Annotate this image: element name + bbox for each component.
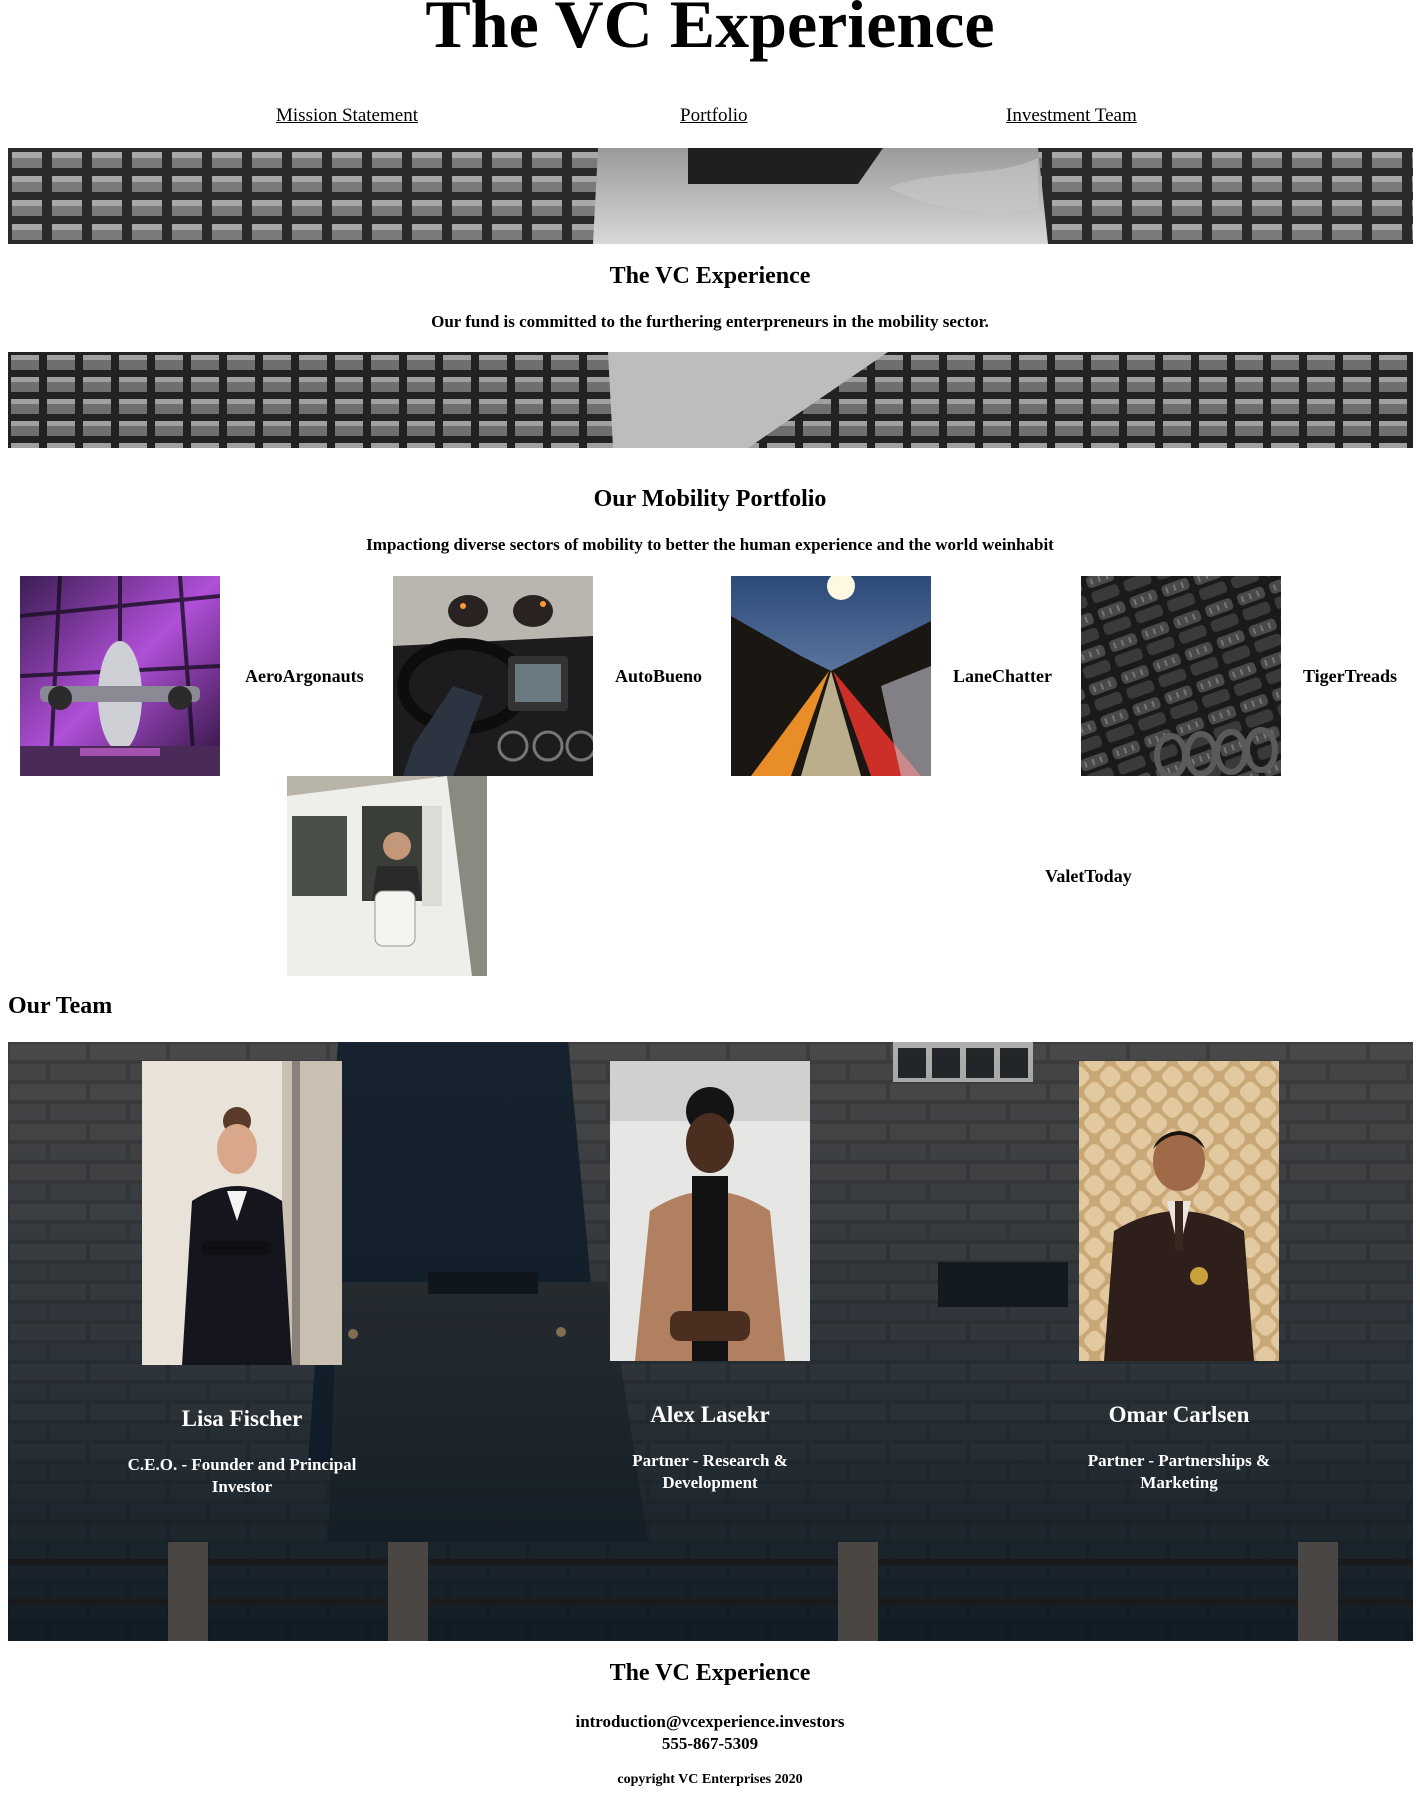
role-line-2: Investor	[211, 1477, 273, 1496]
footer-title: The VC Experience	[609, 1660, 811, 1686]
portfolio-subheading: Impactiong diverse sectors of mobility t…	[366, 535, 1054, 554]
nav-link-portfolio[interactable]: Portfolio	[680, 105, 748, 127]
company-name-lanechatter: LaneChatter	[953, 666, 1052, 686]
footer-email: introduction@vcexperience.investors	[575, 1712, 845, 1731]
company-name-autobueno: AutoBueno	[615, 666, 703, 686]
nav-link-mission-statement[interactable]: Mission Statement	[276, 105, 418, 127]
role-line-1: C.E.O. - Founder and Principal	[127, 1455, 357, 1474]
member-name-omar-carlsen: Omar Carlsen	[1108, 1402, 1250, 1427]
member-name-alex-lasekr: Alex Lasekr	[650, 1402, 770, 1427]
role-line-2: Marketing	[1140, 1473, 1218, 1492]
member-role-lisa-fischer: C.E.O. - Founder and Principal Investor	[92, 1454, 392, 1498]
valettoday-van-image	[287, 776, 487, 976]
footer-phone: 555-867-5309	[661, 1734, 759, 1753]
autobueno-dashboard-image	[393, 576, 593, 776]
role-line-1: Partner - Research &	[632, 1451, 788, 1470]
tigertreads-tires-image	[1081, 576, 1281, 776]
portfolio-heading: Our Mobility Portfolio	[593, 486, 827, 512]
top-nav: Mission Statement Portfolio Investment T…	[0, 105, 1420, 131]
skyscraper-banner-bottom	[8, 352, 1413, 448]
site-title: The VC Experience	[425, 0, 995, 62]
member-role-omar-carlsen: Partner - Partnerships & Marketing	[1029, 1450, 1329, 1494]
member-role-alex-lasekr: Partner - Research & Development	[560, 1450, 860, 1494]
lisa-fischer-photo	[142, 1061, 342, 1365]
team-heading: Our Team	[8, 993, 113, 1019]
member-name-lisa-fischer: Lisa Fischer	[181, 1406, 303, 1431]
company-name-valettoday: ValetToday	[1045, 866, 1132, 886]
omar-carlsen-photo	[1079, 1061, 1279, 1361]
footer-copyright: copyright VC Enterprises 2020	[617, 1772, 803, 1787]
company-name-tigertreads: TigerTreads	[1303, 666, 1397, 686]
company-name-aeroargonauts: AeroArgonauts	[245, 666, 364, 686]
role-line-1: Partner - Partnerships &	[1087, 1451, 1271, 1470]
skyscraper-banner-top	[8, 148, 1413, 244]
aeroargonauts-jet-image	[20, 576, 220, 776]
team-panel: Lisa Fischer C.E.O. - Founder and Princi…	[8, 1042, 1413, 1641]
mission-statement-text: Our fund is committed to the furthering …	[431, 312, 989, 331]
nav-link-investment-team[interactable]: Investment Team	[1006, 105, 1137, 127]
alex-lasekr-photo	[610, 1061, 810, 1361]
mission-heading: The VC Experience	[609, 263, 811, 289]
role-line-2: Development	[662, 1473, 758, 1492]
lanechatter-highway-image	[731, 576, 931, 776]
